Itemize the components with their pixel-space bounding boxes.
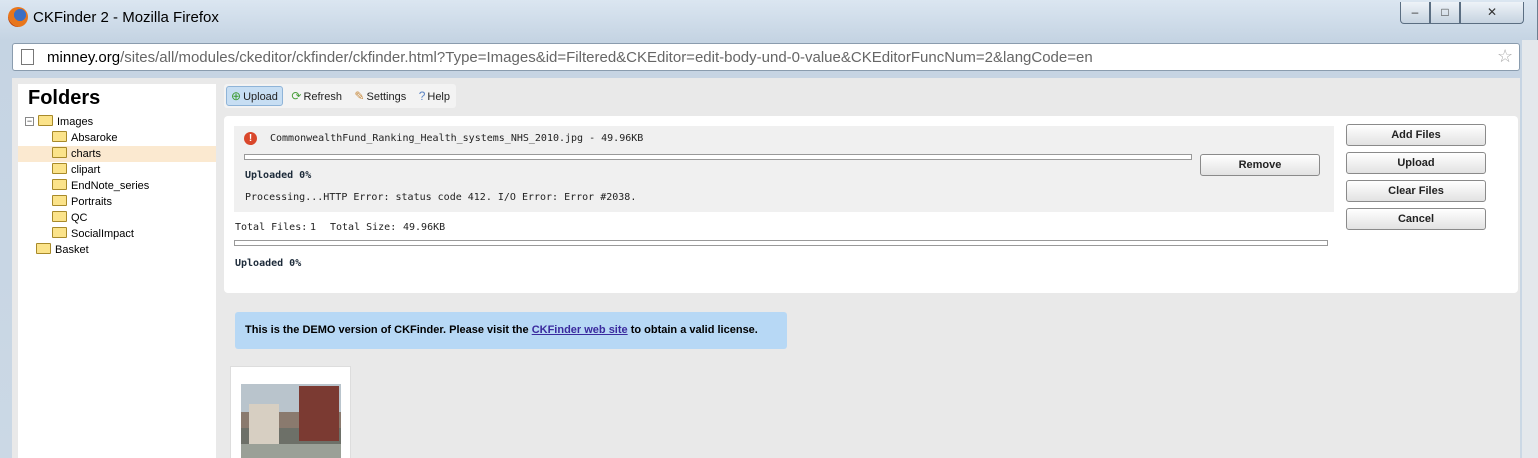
tree-item-images[interactable]: − Images [22, 114, 212, 130]
upload-panel: ! CommonwealthFund_Ranking_Health_system… [224, 116, 1518, 293]
toolbar-settings-label: Settings [366, 91, 407, 103]
tree-item-qc[interactable]: QC [18, 210, 216, 226]
demo-text-before: This is the DEMO version of CKFinder. Pl… [245, 324, 532, 336]
tree-item-basket[interactable]: Basket [18, 242, 216, 258]
title-bar: CKFinder 2 - Mozilla Firefox – □ ✕ [0, 0, 1538, 36]
folder-icon [52, 195, 67, 206]
tree-label: charts [71, 148, 101, 160]
wrench-icon: ✎ [354, 89, 365, 103]
total-size-label: Total Size: [330, 222, 397, 233]
tree-item-endnote-series[interactable]: EndNote_series [18, 178, 216, 194]
demo-text-after: to obtain a valid license. [627, 324, 758, 336]
ckfinder-website-link[interactable]: CKFinder web site [532, 324, 628, 336]
url-text[interactable]: minney.org/sites/all/modules/ckeditor/ck… [47, 49, 1093, 66]
cancel-button[interactable]: Cancel [1346, 208, 1486, 230]
file-name: CommonwealthFund_Ranking_Health_systems_… [270, 133, 644, 144]
bookmark-star-icon[interactable]: ☆ [1497, 46, 1513, 67]
remove-button[interactable]: Remove [1200, 154, 1320, 176]
toolbar-upload-label: Upload [243, 91, 278, 103]
toolbar-refresh-label: Refresh [303, 91, 342, 103]
tree-label: EndNote_series [71, 180, 150, 192]
total-status: Uploaded 0% [235, 258, 302, 269]
tree-item-clipart[interactable]: clipart [18, 162, 216, 178]
toolbar-help-button[interactable]: ? Help [415, 86, 454, 106]
tree-label: Portraits [71, 196, 112, 208]
page-icon [21, 49, 34, 65]
url-host: minney.org [47, 49, 121, 66]
tree-label-images: Images [57, 116, 94, 128]
toolbar-help-label: Help [427, 91, 450, 103]
clear-files-button[interactable]: Clear Files [1346, 180, 1486, 202]
file-progress-bar [244, 154, 1192, 160]
tree-item-charts[interactable]: charts [18, 146, 216, 162]
tree-label: Absaroke [71, 132, 118, 144]
folder-icon [52, 211, 67, 222]
folder-icon [52, 163, 67, 174]
collapse-icon[interactable]: − [25, 117, 34, 126]
thumbnail-image [241, 384, 341, 458]
firefox-logo-icon [8, 7, 28, 27]
url-path: /sites/all/modules/ckeditor/ckfinder/ckf… [120, 49, 1093, 66]
file-error-message: Processing...HTTP Error: status code 412… [245, 192, 637, 203]
folder-icon [36, 243, 51, 254]
folder-icon [52, 179, 67, 190]
tree-item-absaroke[interactable]: Absaroke [18, 130, 216, 146]
toolbar-upload-button[interactable]: ⊕ Upload [226, 86, 283, 106]
refresh-icon: ⟳ [291, 89, 302, 103]
upload-button[interactable]: Upload [1346, 152, 1486, 174]
ckfinder-content: Folders − Images Absaroke charts clipart… [12, 78, 1520, 458]
toolbar-settings-button[interactable]: ✎ Settings [350, 86, 410, 106]
folder-icon [52, 131, 67, 142]
tree-label: QC [71, 212, 88, 224]
page-scrollbar[interactable] [1522, 40, 1538, 458]
total-files-value: 1 [310, 222, 317, 233]
folder-icon [52, 147, 67, 158]
toolbar-refresh-button[interactable]: ⟳ Refresh [287, 86, 346, 106]
help-icon: ? [418, 89, 426, 103]
browser-window: CKFinder 2 - Mozilla Firefox – □ ✕ minne… [0, 0, 1538, 458]
file-item: ! CommonwealthFund_Ranking_Health_system… [234, 126, 1334, 212]
address-bar[interactable]: minney.org/sites/all/modules/ckeditor/ck… [12, 43, 1520, 71]
folders-panel: Folders − Images Absaroke charts clipart… [18, 84, 216, 458]
total-size-value: 49.96KB [403, 222, 446, 233]
folder-icon [52, 227, 67, 238]
tree-label-basket: Basket [55, 244, 89, 256]
close-button[interactable]: ✕ [1460, 2, 1524, 24]
total-progress-bar [234, 240, 1328, 246]
minimize-button[interactable]: – [1400, 2, 1430, 24]
tree-item-socialimpact[interactable]: SocialImpact [18, 226, 216, 242]
tree-label: SocialImpact [71, 228, 134, 240]
total-files-label: Total Files: [235, 222, 308, 233]
folders-title: Folders [28, 87, 101, 109]
folder-icon [38, 115, 53, 126]
demo-notice: This is the DEMO version of CKFinder. Pl… [235, 312, 787, 349]
window-title: CKFinder 2 - Mozilla Firefox [33, 9, 219, 26]
tree-label: clipart [71, 164, 101, 176]
add-files-button[interactable]: Add Files [1346, 124, 1486, 146]
file-thumbnail[interactable] [230, 366, 351, 458]
toolbar: ⊕ Upload ⟳ Refresh ✎ Settings ? Help [224, 84, 456, 108]
error-icon: ! [244, 132, 257, 145]
maximize-button[interactable]: □ [1430, 2, 1460, 24]
upload-icon: ⊕ [231, 89, 242, 103]
tree-item-portraits[interactable]: Portraits [18, 194, 216, 210]
file-status: Uploaded 0% [245, 170, 312, 181]
